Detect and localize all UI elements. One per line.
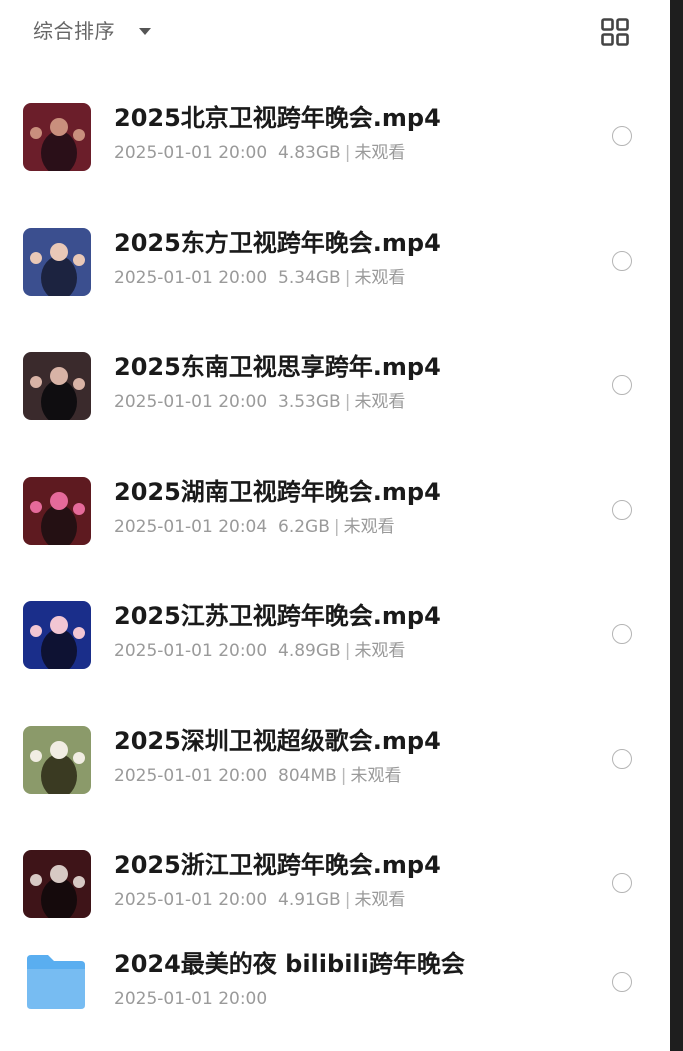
thumb-face: [50, 367, 68, 385]
meta-divider: |: [344, 392, 351, 412]
thumb-face: [73, 751, 85, 764]
select-radio[interactable]: [612, 873, 632, 893]
select-radio[interactable]: [612, 126, 632, 146]
file-size: 4.89GB: [278, 641, 341, 661]
watch-status: 未观看: [354, 392, 406, 412]
file-row[interactable]: 2025北京卫视跨年晚会.mp4 2025-01-01 20:00 4.83GB…: [0, 75, 670, 200]
file-meta: 2025-01-01 20:00 5.34GB | 未观看: [114, 266, 405, 290]
video-thumbnail: [23, 103, 91, 171]
caret-down-icon[interactable]: [139, 28, 151, 35]
grid-view-icon[interactable]: [601, 18, 629, 46]
file-size: 5.34GB: [278, 267, 341, 288]
video-thumbnail: [23, 476, 91, 545]
meta-divider: |: [340, 765, 347, 786]
file-row[interactable]: 2025东方卫视跨年晚会.mp4 2025-01-01 20:00 5.34GB…: [0, 200, 670, 325]
thumb-face: [73, 876, 85, 888]
file-list-page: 综合排序 2025北京卫视跨年晚会.mp4 2025-01-01 20:00 4…: [0, 0, 670, 1051]
select-radio[interactable]: [612, 624, 632, 644]
thumb-face: [73, 129, 85, 141]
thumb-face: [50, 740, 68, 759]
meta-divider: |: [344, 143, 351, 163]
file-name: 2025浙江卫视跨年晚会.mp4: [114, 851, 441, 879]
watch-status: 未观看: [354, 267, 406, 288]
video-thumbnail: [23, 352, 91, 420]
file-meta: 2025-01-01 20:00 4.89GB | 未观看: [114, 639, 405, 663]
select-radio[interactable]: [612, 375, 632, 395]
watch-status: 未观看: [354, 890, 406, 910]
thumb-face: [73, 502, 85, 515]
thumb-face: [30, 500, 42, 513]
file-name: 2025北京卫视跨年晚会.mp4: [114, 104, 441, 132]
file-date: 2025-01-01 20:00: [114, 392, 268, 412]
file-date: 2025-01-01 20:00: [114, 641, 268, 661]
thumb-face: [50, 242, 68, 261]
select-radio[interactable]: [612, 499, 632, 520]
file-size: 6.2GB: [278, 516, 330, 537]
file-row[interactable]: 2025江苏卫视跨年晚会.mp4 2025-01-01 20:00 4.89GB…: [0, 573, 670, 698]
video-thumbnail: [23, 850, 91, 918]
folder-name: 2024最美的夜 bilibili跨年晚会: [114, 949, 465, 978]
video-thumbnail: [23, 601, 91, 669]
file-row[interactable]: 2025东南卫视思享跨年.mp4 2025-01-01 20:00 3.53GB…: [0, 324, 670, 449]
meta-divider: |: [333, 516, 340, 537]
file-list: 2025北京卫视跨年晚会.mp4 2025-01-01 20:00 4.83GB…: [0, 75, 670, 1051]
thumb-face: [50, 491, 68, 510]
file-name: 2025东南卫视思享跨年.mp4: [114, 353, 441, 381]
thumb-face: [30, 625, 42, 637]
file-row[interactable]: 2025湖南卫视跨年晚会.mp4 2025-01-01 20:04 6.2GB |…: [0, 449, 670, 574]
select-radio[interactable]: [612, 250, 632, 271]
file-name: 2025东方卫视跨年晚会.mp4: [114, 228, 441, 257]
thumb-face: [30, 749, 42, 762]
file-size: 4.91GB: [278, 890, 341, 910]
file-meta: 2025-01-01 20:00 4.91GB | 未观看: [114, 888, 405, 912]
thumb-face: [30, 376, 42, 388]
thumb-face: [50, 616, 68, 634]
file-date: 2025-01-01 20:00: [114, 890, 268, 910]
video-thumbnail: [23, 725, 91, 794]
thumb-face: [73, 378, 85, 390]
watch-status: 未观看: [354, 143, 406, 163]
folder-meta: 2025-01-01 20:00: [114, 987, 267, 1011]
thumb-face: [30, 127, 42, 139]
folder-row[interactable]: 2024最美的夜 bilibili跨年晚会 2025-01-01 20:00: [0, 947, 670, 1051]
select-radio[interactable]: [612, 971, 632, 992]
thumb-face: [30, 251, 42, 264]
file-date: 2025-01-01 20:00: [114, 765, 268, 786]
file-size: 3.53GB: [278, 392, 341, 412]
file-size: 4.83GB: [278, 143, 341, 163]
thumb-face: [73, 253, 85, 266]
meta-divider: |: [344, 267, 351, 288]
file-size: 804MB: [278, 765, 337, 786]
file-name: 2025湖南卫视跨年晚会.mp4: [114, 477, 441, 506]
file-row[interactable]: 2025浙江卫视跨年晚会.mp4 2025-01-01 20:00 4.91GB…: [0, 822, 670, 947]
file-name: 2025深圳卫视超级歌会.mp4: [114, 726, 441, 755]
file-meta: 2025-01-01 20:00 3.53GB | 未观看: [114, 390, 405, 414]
thumb-face: [50, 865, 68, 883]
thumb-face: [30, 874, 42, 886]
file-date: 2025-01-01 20:00: [114, 143, 268, 163]
file-date: 2025-01-01 20:00: [114, 267, 268, 288]
watch-status: 未观看: [350, 765, 402, 786]
list-header: 综合排序: [0, 0, 670, 70]
file-meta: 2025-01-01 20:00 804MB | 未观看: [114, 764, 402, 788]
thumb-face: [50, 118, 68, 136]
file-meta: 2025-01-01 20:04 6.2GB | 未观看: [114, 515, 395, 539]
watch-status: 未观看: [343, 516, 395, 537]
meta-divider: |: [344, 890, 351, 910]
file-name: 2025江苏卫视跨年晚会.mp4: [114, 602, 441, 630]
meta-divider: |: [344, 641, 351, 661]
folder-date: 2025-01-01 20:00: [114, 988, 268, 1009]
watch-status: 未观看: [354, 641, 406, 661]
folder-icon: [27, 954, 85, 1009]
thumb-face: [73, 627, 85, 639]
sort-dropdown-label[interactable]: 综合排序: [33, 17, 115, 45]
video-thumbnail: [23, 227, 91, 296]
file-row[interactable]: 2025深圳卫视超级歌会.mp4 2025-01-01 20:00 804MB |…: [0, 698, 670, 823]
select-radio[interactable]: [612, 748, 632, 769]
file-date: 2025-01-01 20:04: [114, 516, 268, 537]
file-meta: 2025-01-01 20:00 4.83GB | 未观看: [114, 141, 405, 165]
